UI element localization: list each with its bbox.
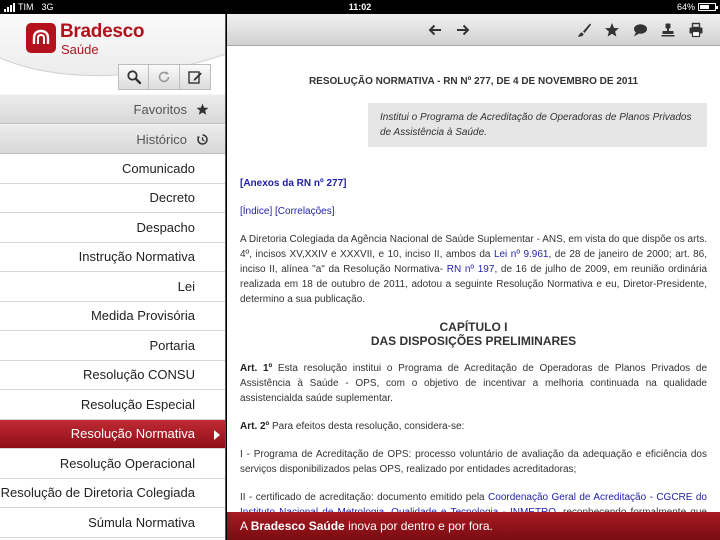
chapter-title: DAS DISPOSIÇÕES PRELIMINARES bbox=[370, 334, 577, 348]
battery-status: 64% bbox=[676, 0, 718, 14]
article-2-item-1: I - Programa de Acreditação de OPS: proc… bbox=[240, 449, 707, 475]
sidebar-item-label: Lei bbox=[177, 278, 195, 294]
sidebar-item-comunicado[interactable]: Comunicado bbox=[0, 154, 225, 184]
comment-icon[interactable] bbox=[632, 22, 648, 38]
edit-button[interactable] bbox=[180, 64, 211, 90]
sidebar-item-label: Resolução Normativa bbox=[70, 426, 195, 442]
sidebar-item-label: Resolução CONSU bbox=[83, 367, 195, 383]
search-button[interactable] bbox=[118, 64, 149, 90]
article-2: Art. 2º Para efeitos desta resolução, co… bbox=[240, 421, 465, 432]
sidebar-item-resolucao-de-diretoria-colegiada[interactable]: Resolução de Diretoria Colegiada bbox=[0, 478, 225, 508]
sidebar-header: Bradesco Saúde bbox=[0, 14, 225, 94]
star-icon[interactable] bbox=[604, 22, 620, 38]
brand-name: Bradesco bbox=[60, 21, 145, 42]
sidebar: Bradesco Saúde Favoritos Histórico Comun… bbox=[0, 14, 226, 540]
sidebar-item-label: Despacho bbox=[136, 219, 195, 235]
sidebar-item-label: Resolução de Diretoria Colegiada bbox=[0, 485, 195, 501]
sidebar-item-resolucao-consu[interactable]: Resolução CONSU bbox=[0, 360, 225, 390]
sidebar-tools bbox=[118, 64, 211, 90]
forward-arrow-icon[interactable] bbox=[455, 22, 471, 38]
history-row[interactable]: Histórico bbox=[0, 124, 225, 154]
document-summary: Institui o Programa de Acreditação de Op… bbox=[368, 103, 707, 147]
chapter-number: CAPÍTULO I bbox=[439, 320, 508, 334]
sidebar-item-resolucao-especial[interactable]: Resolução Especial bbox=[0, 390, 225, 420]
sidebar-item-decreto[interactable]: Decreto bbox=[0, 183, 225, 213]
annex-link[interactable]: [Anexos da RN nº 277] bbox=[240, 176, 707, 191]
search-icon bbox=[126, 70, 141, 85]
correlations-link[interactable]: [Correlações] bbox=[275, 206, 334, 217]
brand-subtitle: Saúde bbox=[61, 42, 99, 57]
article-1: Art. 1º Esta resolução institui o Progra… bbox=[240, 363, 708, 404]
refresh-button[interactable] bbox=[149, 64, 180, 90]
sidebar-item-lei[interactable]: Lei bbox=[0, 272, 225, 302]
document-toolbar bbox=[227, 14, 720, 46]
sidebar-item-label: Medida Provisória bbox=[90, 308, 195, 324]
chapter-heading: CAPÍTULO I DAS DISPOSIÇÕES PRELIMINARES bbox=[240, 320, 707, 348]
document-title: RESOLUÇÃO NORMATIVA - RN Nº 277, DE 4 DE… bbox=[308, 76, 639, 87]
document-pane: RESOLUÇÃO NORMATIVA - RN Nº 277, DE 4 DE… bbox=[227, 14, 720, 540]
index-link[interactable]: [Índice] bbox=[240, 206, 272, 217]
promo-banner[interactable]: A Bradesco Saúde inova por dentro e por … bbox=[227, 512, 720, 540]
sidebar-item-label: Decreto bbox=[149, 190, 195, 206]
rn-197-link[interactable]: RN nº 197 bbox=[447, 264, 495, 275]
banner-brand: Bradesco Saúde bbox=[250, 519, 345, 533]
star-icon bbox=[196, 103, 209, 115]
sidebar-item-resolucao-normativa[interactable]: Resolução Normativa bbox=[0, 419, 225, 449]
brush-icon[interactable] bbox=[576, 22, 592, 38]
article-2-label: Art. 2º bbox=[240, 421, 270, 432]
clock: 11:02 bbox=[348, 2, 372, 12]
sidebar-item-label: Súmula Normativa bbox=[88, 514, 195, 530]
law-9961-link[interactable]: Lei nº 9.961 bbox=[494, 249, 549, 260]
sidebar-item-label: Resolução Operacional bbox=[59, 455, 195, 471]
sidebar-item-medida-provisoria[interactable]: Medida Provisória bbox=[0, 301, 225, 331]
stamp-icon[interactable] bbox=[660, 22, 676, 38]
bradesco-logo-icon bbox=[26, 23, 56, 53]
preamble-paragraph: A Diretoria Colegiada da Agência Naciona… bbox=[240, 234, 708, 305]
sidebar-item-label: Portaria bbox=[149, 337, 195, 353]
article-1-label: Art. 1º bbox=[240, 363, 273, 374]
document-body: RESOLUÇÃO NORMATIVA - RN Nº 277, DE 4 DE… bbox=[240, 46, 707, 535]
sidebar-item-label: Comunicado bbox=[122, 160, 195, 176]
print-icon[interactable] bbox=[688, 22, 704, 38]
history-label: Histórico bbox=[136, 131, 187, 147]
edit-icon bbox=[188, 71, 202, 84]
battery-percent: 64% bbox=[676, 2, 695, 12]
category-list: Comunicado Decreto Despacho Instrução Norma… bbox=[0, 154, 225, 538]
favorites-label: Favoritos bbox=[133, 101, 187, 117]
sidebar-item-resolucao-operacional[interactable]: Resolução Operacional bbox=[0, 449, 225, 479]
sidebar-item-label: Resolução Especial bbox=[80, 396, 195, 412]
refresh-icon bbox=[158, 71, 170, 83]
back-arrow-icon[interactable] bbox=[427, 22, 443, 38]
sidebar-item-despacho[interactable]: Despacho bbox=[0, 213, 225, 243]
sidebar-item-sumula-normativa[interactable]: Súmula Normativa bbox=[0, 508, 225, 538]
sidebar-item-instrucao-normativa[interactable]: Instrução Normativa bbox=[0, 242, 225, 272]
sidebar-item-label: Instrução Normativa bbox=[78, 249, 195, 265]
status-bar: TIM 3G 11:02 64% bbox=[0, 0, 720, 14]
history-clock-icon bbox=[196, 133, 208, 145]
battery-icon bbox=[698, 3, 718, 11]
favorites-row[interactable]: Favoritos bbox=[0, 94, 225, 124]
index-links: [Índice] [Correlações] bbox=[240, 204, 707, 219]
sidebar-item-portaria[interactable]: Portaria bbox=[0, 331, 225, 361]
